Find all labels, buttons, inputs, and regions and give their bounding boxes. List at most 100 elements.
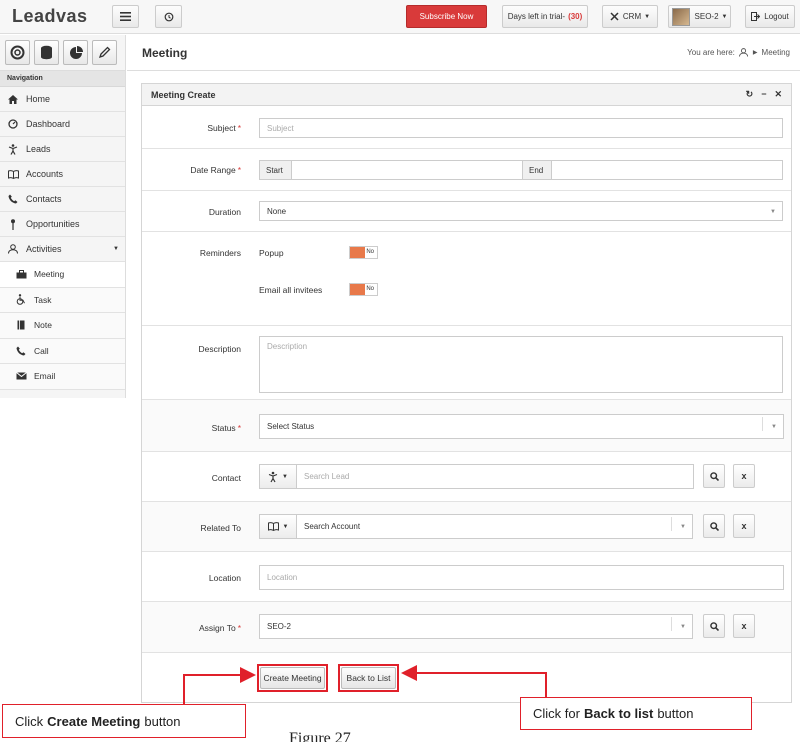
lead-type-dropdown[interactable]: ▼ bbox=[259, 464, 297, 489]
related-to-label: Related To bbox=[200, 523, 241, 533]
sidebar-item-opportunities[interactable]: Opportunities bbox=[0, 212, 125, 237]
chart-shortcut[interactable] bbox=[63, 40, 88, 65]
duration-select[interactable]: None ▼ bbox=[259, 201, 783, 221]
avatar bbox=[671, 7, 690, 26]
menu-toggle-button[interactable] bbox=[112, 5, 139, 28]
back-to-list-button[interactable]: Back to List bbox=[341, 667, 396, 689]
phone-icon bbox=[14, 346, 28, 356]
refresh-icon[interactable]: ↻ bbox=[746, 89, 754, 100]
person-icon bbox=[268, 471, 278, 482]
account-type-dropdown[interactable]: ▼ bbox=[259, 514, 297, 539]
sidebar-item-meeting[interactable]: Meeting bbox=[0, 262, 125, 288]
subject-label: Subject * bbox=[207, 123, 241, 133]
end-date-input[interactable] bbox=[551, 160, 783, 180]
start-date-input[interactable] bbox=[291, 160, 523, 180]
history-icon bbox=[164, 12, 173, 21]
breadcrumb-current[interactable]: Meeting bbox=[762, 48, 790, 57]
assign-to-label: Assign To * bbox=[198, 623, 241, 633]
database-shortcut[interactable] bbox=[34, 40, 59, 65]
sidebar-item-activities[interactable]: Activities ▼ bbox=[0, 237, 125, 262]
sidebar-item-home[interactable]: Home bbox=[0, 87, 125, 112]
related-search-button[interactable] bbox=[703, 514, 725, 538]
minimize-icon[interactable]: − bbox=[761, 89, 766, 100]
sidebar-item-leads[interactable]: Leads bbox=[0, 137, 125, 162]
search-icon bbox=[709, 621, 719, 631]
users-icon bbox=[6, 244, 20, 254]
wheelchair-icon bbox=[14, 294, 28, 306]
edit-shortcut[interactable] bbox=[92, 40, 117, 65]
related-to-row: Related To ▼ Search Account ▼ x bbox=[142, 502, 791, 552]
user-menu[interactable]: SEO-2 ▼ bbox=[668, 5, 731, 28]
book-icon bbox=[267, 522, 279, 531]
related-to-select[interactable]: Search Account ▼ bbox=[296, 514, 693, 539]
search-icon bbox=[709, 471, 719, 481]
trial-status: Days left in trial- (30) bbox=[502, 5, 588, 28]
sidebar-item-call[interactable]: Call bbox=[0, 338, 125, 364]
contact-search-button[interactable] bbox=[703, 464, 725, 488]
end-addon: End bbox=[522, 160, 552, 180]
crm-dropdown[interactable]: CRM ▼ bbox=[602, 5, 658, 28]
logout-button[interactable]: Logout bbox=[745, 5, 795, 28]
logo[interactable]: Leadvas bbox=[12, 6, 88, 27]
chevron-down-icon: ▼ bbox=[282, 523, 289, 530]
page-header: Meeting You are here: ▶ Meeting bbox=[127, 35, 800, 71]
book-icon bbox=[6, 169, 20, 179]
support-shortcut[interactable] bbox=[5, 40, 30, 65]
location-row: Location Location bbox=[142, 552, 791, 602]
chevron-down-icon: ▼ bbox=[771, 424, 777, 430]
location-input[interactable]: Location bbox=[259, 565, 784, 590]
sidebar-item-dashboard[interactable]: Dashboard bbox=[0, 112, 125, 137]
related-clear-button[interactable]: x bbox=[733, 514, 755, 538]
chevron-down-icon: ▼ bbox=[282, 473, 288, 480]
home-icon bbox=[6, 94, 20, 104]
sidebar-item-contacts[interactable]: Contacts bbox=[0, 187, 125, 212]
assign-search-button[interactable] bbox=[703, 614, 725, 638]
database-icon bbox=[41, 45, 52, 60]
status-select[interactable]: Select Status ▼ bbox=[259, 414, 784, 439]
logout-icon bbox=[751, 12, 761, 21]
contact-search-input[interactable]: Search Lead bbox=[296, 464, 694, 489]
subject-row: Subject * Subject bbox=[142, 107, 791, 149]
lifebuoy-icon bbox=[10, 45, 25, 60]
email-invitees-toggle[interactable]: No bbox=[349, 283, 378, 296]
assign-to-select[interactable]: SEO-2 ▼ bbox=[259, 614, 693, 639]
contact-label: Contact bbox=[211, 473, 241, 483]
popup-toggle[interactable]: No bbox=[349, 246, 378, 259]
subject-input[interactable]: Subject bbox=[259, 118, 783, 138]
notebook-icon bbox=[14, 320, 28, 330]
chevron-down-icon: ▼ bbox=[644, 13, 651, 20]
breadcrumb: You are here: ▶ Meeting bbox=[687, 48, 790, 57]
start-addon: Start bbox=[259, 160, 292, 180]
contact-clear-button[interactable]: x bbox=[733, 464, 755, 488]
sidebar-item-note[interactable]: Note bbox=[0, 313, 125, 339]
sidebar-item-email[interactable]: Email bbox=[0, 364, 125, 390]
person-icon bbox=[6, 143, 20, 155]
hamburger-icon bbox=[120, 12, 131, 21]
create-meeting-button[interactable]: Create Meeting bbox=[260, 667, 325, 689]
chevron-down-icon: ▼ bbox=[113, 246, 119, 252]
history-button[interactable] bbox=[155, 5, 182, 28]
assign-clear-button[interactable]: x bbox=[733, 614, 755, 638]
reminders-label: Reminders bbox=[199, 248, 241, 258]
description-row: Description Description bbox=[142, 326, 791, 400]
chevron-down-icon: ▼ bbox=[680, 524, 686, 530]
contact-row: Contact ▼ Search Lead x bbox=[142, 452, 791, 502]
description-label: Description bbox=[198, 344, 241, 354]
assign-to-row: Assign To * SEO-2 ▼ x bbox=[142, 602, 791, 653]
pin-icon bbox=[6, 218, 20, 230]
page-title: Meeting bbox=[142, 46, 188, 60]
panel-header: Meeting Create ↻ − ✕ bbox=[142, 84, 791, 106]
status-row: Status * Select Status ▼ bbox=[142, 400, 791, 452]
envelope-icon bbox=[14, 372, 28, 380]
description-textarea[interactable]: Description bbox=[259, 336, 783, 393]
users-icon bbox=[738, 48, 748, 57]
chevron-down-icon: ▼ bbox=[770, 209, 776, 215]
sidebar-item-accounts[interactable]: Accounts bbox=[0, 162, 125, 187]
date-range-label: Date Range * bbox=[190, 165, 241, 175]
sidebar-item-task[interactable]: Task bbox=[0, 287, 125, 313]
breadcrumb-separator-icon: ▶ bbox=[752, 50, 758, 56]
email-invitees-label: Email all invitees bbox=[259, 285, 323, 295]
close-icon: x bbox=[741, 521, 747, 531]
close-icon[interactable]: ✕ bbox=[774, 89, 782, 100]
subscribe-button[interactable]: Subscribe Now bbox=[406, 5, 487, 28]
